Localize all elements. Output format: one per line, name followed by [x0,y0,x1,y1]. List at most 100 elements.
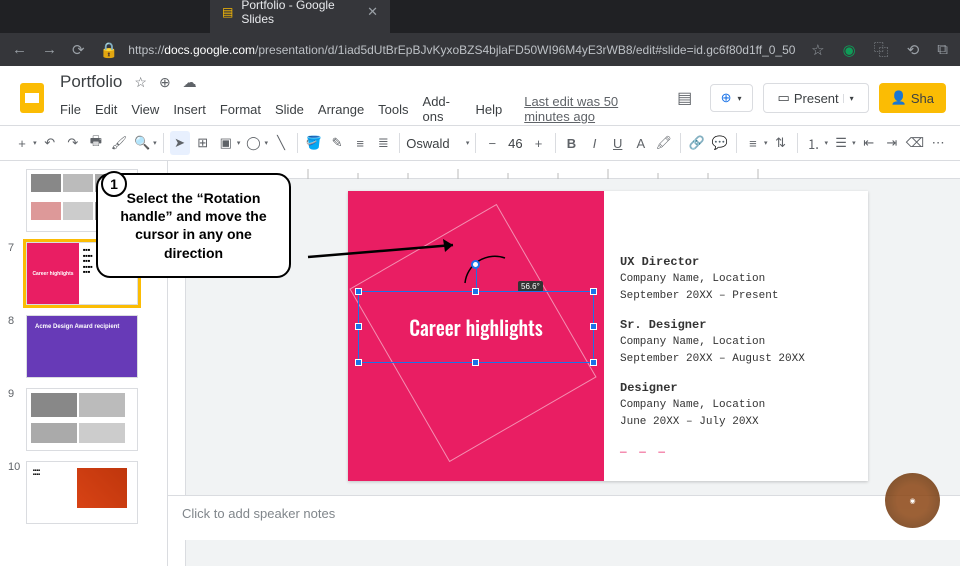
document-title[interactable]: Portfolio [60,72,122,92]
redo-icon[interactable]: ↷ [63,131,83,155]
browser-tab-strip: ▤ Portfolio - Google Slides ✕ [0,0,960,33]
italic-icon[interactable]: I [585,131,605,155]
menu-help[interactable]: Help [475,102,502,117]
sync-icon[interactable]: ⟲ [907,41,920,59]
comment-icon[interactable]: 💬 [710,131,730,155]
bold-icon[interactable]: B [561,131,581,155]
present-button[interactable]: ▭Present▾ [763,83,869,113]
resize-handle-tr[interactable] [590,288,597,295]
clear-format-icon[interactable]: ⌫ [905,131,925,155]
url-text: https://docs.google.com/presentation/d/1… [128,43,795,57]
job-dates: June 20XX – July 20XX [620,414,805,431]
lock-icon: 🔒 [100,41,119,59]
extension-icon[interactable]: ◉ [843,41,856,59]
menu-edit[interactable]: Edit [95,102,117,117]
job-dates: September 20XX – Present [620,288,805,305]
speaker-notes[interactable]: Click to add speaker notes [168,495,960,540]
last-edit-link[interactable]: Last edit was 50 minutes ago [524,94,659,124]
slide-left-panel: 56.6° Career highlights [348,191,604,481]
textbox-content[interactable]: Career highlights [409,312,542,342]
text-color-icon[interactable]: A [631,131,651,155]
tab-title: Portfolio - Google Slides [241,0,359,26]
indent-more-icon[interactable]: ⇥ [882,131,902,155]
size-minus[interactable]: − [482,131,502,155]
forward-icon[interactable]: → [42,41,57,58]
undo-icon[interactable]: ↶ [40,131,60,155]
fill-color-icon[interactable]: 🪣 [304,131,324,155]
job-dates: September 20XX – August 20XX [620,351,805,368]
address-bar[interactable]: 🔒 https://docs.google.com/presentation/d… [100,41,797,59]
resize-handle-br[interactable] [590,359,597,366]
shape-icon[interactable]: ◯ [243,131,263,155]
line-icon[interactable]: ╲ [271,131,291,155]
font-select[interactable]: Oswald [406,136,465,151]
border-weight-icon[interactable]: ≡ [350,131,370,155]
move-icon[interactable]: ⊕ [159,74,171,91]
menu-format[interactable]: Format [220,102,261,117]
numbered-list-icon[interactable]: ⒈ [803,131,823,155]
line-spacing-icon[interactable]: ⇅ [770,131,790,155]
align-icon[interactable]: ≡ [743,131,763,155]
thumb-number: 7 [8,242,20,254]
job-company: Company Name, Location [620,397,805,414]
resize-handle-ml[interactable] [355,323,362,330]
tab-favicon: ▤ [222,5,233,19]
resize-handle-mr[interactable] [590,323,597,330]
paint-format-icon[interactable]: 🖌 [109,131,129,155]
border-dash-icon[interactable]: ≣ [373,131,393,155]
bulleted-list-icon[interactable]: ☰ [831,131,851,155]
slide-thumbnail-9[interactable] [26,388,138,451]
resize-handle-tm[interactable] [472,288,479,295]
resize-handle-bm[interactable] [472,359,479,366]
menu-insert[interactable]: Insert [173,102,206,117]
notes-placeholder: Click to add speaker notes [182,506,335,521]
share-button[interactable]: 👤Sha [879,83,946,113]
slide-canvas[interactable]: 56.6° Career highlights [348,191,868,481]
menu-slide[interactable]: Slide [275,102,304,117]
tutorial-annotation: 1 Select the “Rotation handle” and move … [96,173,291,278]
menu-tools[interactable]: Tools [378,102,408,117]
favorite-icon[interactable]: ☆ [811,41,824,59]
underline-icon[interactable]: U [608,131,628,155]
slides-logo[interactable] [14,80,50,116]
annotation-number: 1 [101,171,127,197]
select-tool-icon[interactable]: ➤ [170,131,190,155]
zoom-icon[interactable]: 🔍 [132,131,152,155]
star-icon[interactable]: ☆ [134,74,147,91]
print-icon[interactable]: 🖶 [86,131,106,155]
reload-icon[interactable]: ⟳ [72,41,85,59]
thumb-number: 9 [8,388,20,400]
cloud-icon[interactable]: ☁ [183,74,197,91]
divider-dashes: — — — [620,445,805,462]
menu-arrange[interactable]: Arrange [318,102,364,117]
size-plus[interactable]: + [528,131,548,155]
slide-thumbnail-8[interactable]: Acme Design Award recipient [26,315,138,378]
rotation-handle[interactable] [471,260,480,269]
resize-handle-bl[interactable] [355,359,362,366]
browser-tab[interactable]: ▤ Portfolio - Google Slides ✕ [210,0,390,33]
format-toolbar: +▾ ↶ ↷ 🖶 🖌 🔍▾ ➤ ⊞ ▣▾ ◯▾ ╲ 🪣 ✎ ≡ ≣ Oswald… [0,125,960,161]
collections-icon[interactable]: ⿻ [874,39,889,60]
share-dropdown[interactable]: ⊕▾ [710,84,753,112]
highlight-icon[interactable]: 🖍 [654,131,674,155]
menu-file[interactable]: File [60,102,81,117]
more-icon[interactable]: ⋯ [928,131,948,155]
selected-textbox[interactable]: Career highlights [358,291,594,363]
close-icon[interactable]: ✕ [367,4,378,20]
copy-icon[interactable]: ⧉ [937,41,948,58]
annotation-arrow [308,242,468,277]
menu-view[interactable]: View [131,102,159,117]
link-icon[interactable]: 🔗 [687,131,707,155]
indent-less-icon[interactable]: ⇤ [859,131,879,155]
slide-right-panel: UX Director Company Name, Location Septe… [604,191,805,481]
image-icon[interactable]: ▣ [216,131,236,155]
border-color-icon[interactable]: ✎ [327,131,347,155]
comments-icon[interactable]: ▤ [670,83,700,113]
new-slide-icon[interactable]: + [12,131,32,155]
slide-thumbnail-10[interactable]: ■■■■■■■■ [26,461,138,524]
resize-handle-tl[interactable] [355,288,362,295]
menu-addons[interactable]: Add-ons [423,94,462,124]
font-size-input[interactable]: 46 [505,136,525,151]
textbox-icon[interactable]: ⊞ [193,131,213,155]
back-icon[interactable]: ← [12,41,27,58]
